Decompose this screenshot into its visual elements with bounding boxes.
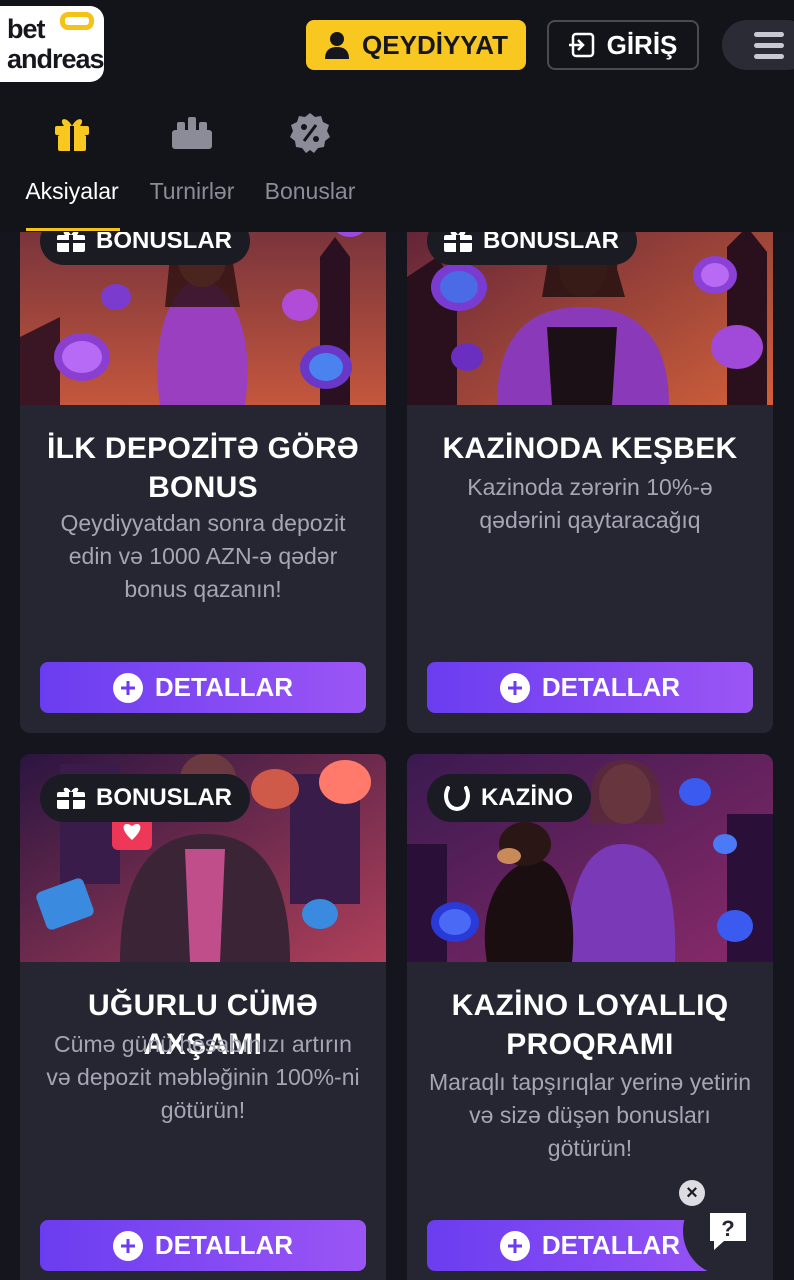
promo-description: Maraqlı tapşırıqlar yerinə yetirin və si…: [428, 1069, 752, 1161]
gift-icon: [444, 232, 472, 252]
category-tag: KAZİNO: [427, 774, 591, 822]
active-tab-indicator: [26, 228, 120, 231]
details-button[interactable]: DETALLAR: [40, 662, 366, 713]
gift-icon: [57, 787, 85, 809]
details-button-label: DETALLAR: [541, 672, 681, 702]
user-icon: [325, 32, 350, 59]
tab-aksiyalar[interactable]: Aksiyalar: [24, 110, 120, 205]
category-tag-label: KAZİNO: [481, 784, 573, 811]
menu-bar-icon: [754, 32, 784, 37]
details-button[interactable]: DETALLAR: [427, 662, 753, 713]
question-chat-icon: ?: [710, 1213, 746, 1250]
tab-label: Bonuslar: [264, 178, 356, 204]
promo-card[interactable]: BONUSLAR İLK DEPOZİTƏ GÖRƏ BONUS Qeydiyy…: [20, 232, 386, 733]
details-button[interactable]: DETALLAR: [40, 1220, 366, 1271]
tab-bonuslar[interactable]: Bonuslar: [262, 110, 358, 205]
details-button-label: DETALLAR: [541, 1230, 681, 1260]
chat-question-mark: ?: [721, 1216, 734, 1241]
gift-icon: [55, 119, 89, 151]
promo-description: Kazinoda zərərin 10%-ə qədərini qaytarac…: [467, 474, 713, 533]
promo-description: Qeydiyyatdan sonra depozit edin və 1000 …: [60, 510, 346, 602]
logo-badge-shape: [60, 12, 94, 30]
brand-logo[interactable]: bet andreas: [0, 6, 104, 82]
logo-line-1: bet: [7, 14, 45, 44]
plus-circle-icon: [499, 1230, 530, 1261]
promo-description: Cümə günü hesabınızı artırın və depozit …: [46, 1031, 360, 1123]
chat-close-icon[interactable]: ×: [679, 1180, 705, 1206]
category-tag: BONUSLAR: [40, 774, 250, 822]
promo-card[interactable]: BONUSLAR KAZİNODA KEŞBEK Kazinoda zərəri…: [407, 232, 773, 733]
category-tag: BONUSLAR: [427, 232, 637, 265]
hamburger-menu-button[interactable]: [722, 20, 794, 70]
login-button-label: GİRİŞ: [606, 29, 678, 60]
category-tag-label: BONUSLAR: [483, 232, 619, 254]
plus-circle-icon: [499, 672, 530, 703]
tab-label: Aksiyalar: [25, 178, 119, 204]
plus-circle-icon: [112, 1230, 143, 1261]
category-tag-label: BONUSLAR: [96, 784, 232, 811]
tab-turnirler[interactable]: Turnirlər: [146, 110, 238, 205]
horseshoe-icon: [444, 786, 470, 812]
gift-icon: [57, 232, 85, 252]
plus-circle-icon: [112, 672, 143, 703]
login-icon: [568, 32, 594, 58]
logo-line-2: andreas: [7, 44, 104, 74]
register-button[interactable]: QEYDİYYAT: [306, 20, 526, 70]
tab-label: Turnirlər: [149, 178, 235, 204]
details-button-label: DETALLAR: [154, 1230, 294, 1260]
register-button-label: QEYDİYYAT: [362, 29, 508, 60]
promo-tabs: Aksiyalar Turnirlər Bonuslar: [0, 98, 794, 232]
menu-bar-icon: [754, 54, 784, 59]
promo-title: İLK DEPOZİTƏ GÖRƏ BONUS: [47, 432, 359, 504]
menu-bar-icon: [754, 43, 784, 48]
header: bet andreas QEYDİYYAT GİRİŞ: [0, 0, 794, 98]
promo-title: KAZİNODA KEŞBEK: [442, 432, 738, 465]
category-tag: BONUSLAR: [40, 232, 250, 265]
percent-badge-icon: [290, 113, 330, 153]
promo-card[interactable]: BONUSLAR UĞURLU CÜMƏ AXŞAMI Cümə günü he…: [20, 754, 386, 1280]
login-button[interactable]: GİRİŞ: [547, 20, 699, 70]
details-button-label: DETALLAR: [154, 672, 294, 702]
promotions-grid: BONUSLAR İLK DEPOZİTƏ GÖRƏ BONUS Qeydiyy…: [0, 232, 794, 1280]
category-tag-label: BONUSLAR: [96, 232, 232, 254]
promo-title: KAZİNO LOYALLIQ PROQRAMI: [451, 989, 729, 1061]
tournament-icon: [172, 117, 212, 149]
